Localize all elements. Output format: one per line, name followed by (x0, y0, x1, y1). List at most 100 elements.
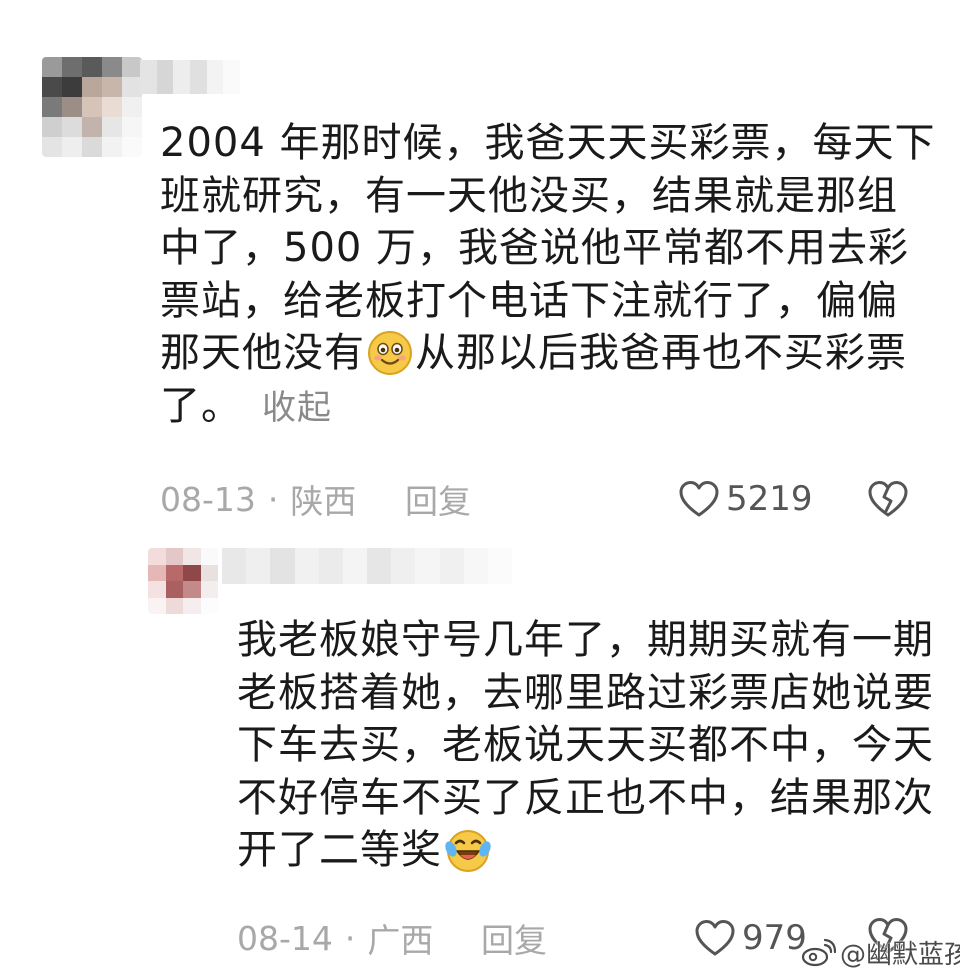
mosaic-tile (173, 60, 191, 94)
comment-line: 不好停车不买了反正也不中，结果那次 (237, 774, 934, 821)
mosaic-tile (148, 548, 166, 565)
comment-line-segment: 开了二等奖 (237, 827, 442, 873)
like-button[interactable]: 979 (694, 916, 807, 960)
mosaic-tile (82, 77, 102, 97)
mosaic-tile (318, 548, 343, 584)
mosaic-tile (122, 77, 142, 97)
mosaic-tile (165, 564, 183, 581)
dislike-button[interactable] (866, 479, 910, 523)
comment-line: 了。 收起 (160, 380, 936, 433)
mosaic-tile (122, 117, 142, 137)
mosaic-tile (102, 97, 122, 117)
mosaic-tile (102, 77, 122, 97)
collapse-link[interactable]: 收起 (262, 388, 332, 428)
mosaic-tile (200, 597, 218, 614)
mosaic-tile (42, 57, 62, 77)
mosaic-tile (183, 597, 201, 614)
mosaic-tile (183, 564, 201, 581)
mosaic-tile (294, 548, 319, 584)
reply-button[interactable]: 回复 (481, 916, 547, 960)
mosaic-tile (270, 548, 295, 584)
comment-body: 我老板娘守号几年了，期期买就有一期 老板搭着她，去哪里路过彩票店她说要 下车去买… (237, 614, 934, 877)
comment-line: 票站，给老板打个电话下注就行了，偏偏 (160, 277, 898, 324)
mosaic-tile (190, 60, 207, 94)
comment-location: 陕西 (290, 482, 357, 521)
mosaic-tile (165, 548, 183, 565)
mosaic-tile (200, 564, 218, 581)
smiling-face-icon (367, 330, 413, 390)
mosaic-tile (183, 548, 201, 565)
mosaic-tile (148, 564, 166, 581)
mosaic-tile (102, 117, 122, 137)
mosaic-tile (463, 548, 488, 584)
mosaic-tile (140, 60, 157, 94)
mosaic-tile (200, 548, 218, 565)
comment-line: 老板搭着她，去哪里路过彩票店她说要 (237, 669, 934, 716)
mosaic-tile (122, 97, 142, 117)
watermark: @幽默蓝孩 (800, 934, 960, 971)
like-button[interactable]: 5219 (678, 477, 813, 521)
comment-line: 那天他没有 从那以后我爸再也不买彩票 (160, 327, 936, 380)
mosaic-tile (62, 117, 82, 137)
comment-line-segment: 了。 (160, 382, 242, 429)
mosaic-tile (42, 97, 62, 117)
comment-thread: 2004 年那时候，我爸天天买彩票，每天下 班就研究，有一天他没买，结果就是那组… (0, 0, 960, 979)
mosaic-tile (200, 581, 218, 598)
comment-body: 2004 年那时候，我爸天天买彩票，每天下 班就研究，有一天他没买，结果就是那组… (160, 117, 936, 432)
mosaic-tile (148, 581, 166, 598)
avatar[interactable] (148, 548, 218, 614)
mosaic-tile (165, 581, 183, 598)
meta-separator: · (344, 918, 356, 958)
mosaic-tile (102, 137, 122, 157)
like-count: 5219 (726, 479, 813, 519)
mosaic-tile (122, 57, 142, 77)
comment-meta: 08-13 · 陕西 (160, 477, 357, 522)
weibo-logo-icon (801, 938, 836, 966)
mosaic-tile (82, 97, 102, 117)
like-count: 979 (742, 918, 807, 958)
mosaic-tile (222, 548, 247, 584)
avatar[interactable] (42, 57, 142, 157)
mosaic-tile (82, 117, 102, 137)
mosaic-tile (415, 548, 440, 584)
mosaic-tile (82, 137, 102, 157)
comment-line-segment: 那天他没有 (160, 330, 365, 376)
mosaic-tile (62, 137, 82, 157)
mosaic-tile (62, 77, 82, 97)
comment-line-segment: 从那以后我爸再也不买彩票 (415, 330, 907, 376)
mosaic-tile (102, 57, 122, 77)
mosaic-tile (165, 597, 183, 614)
comment-line: 下车去买，老板说天天买都不中，今天 (237, 722, 934, 768)
mosaic-tile (62, 97, 82, 117)
mosaic-tile (82, 57, 102, 77)
comment-meta: 08-14 · 广西 (237, 916, 434, 961)
mosaic-tile (342, 548, 368, 584)
mosaic-tile (148, 597, 166, 614)
mosaic-tile (183, 581, 201, 598)
comment-date: 08-13 (160, 479, 256, 519)
reply-button[interactable]: 回复 (405, 477, 471, 521)
comment-location: 广西 (367, 921, 434, 960)
mosaic-tile (367, 548, 392, 584)
heart-icon (679, 481, 719, 517)
comment-line: 班就研究，有一天他没买，结果就是那组 (160, 172, 898, 219)
mosaic-tile (42, 117, 62, 137)
mosaic-tile (391, 548, 416, 584)
broken-heart-icon (868, 481, 908, 517)
username-blurred[interactable] (140, 60, 240, 94)
comment-line: 中了，500 万，我爸说他平常都不用去彩 (160, 225, 910, 271)
mosaic-tile (156, 60, 174, 94)
watermark-text: @幽默蓝孩 (840, 940, 960, 970)
mosaic-tile (62, 57, 82, 77)
crying-laughing-face-icon (444, 827, 492, 887)
comment-line: 我老板娘守号几年了，期期买就有一期 (237, 617, 934, 663)
comment-date: 08-14 (237, 918, 333, 958)
comment-line: 开了二等奖 (237, 824, 934, 877)
heart-icon (695, 920, 735, 956)
mosaic-tile (42, 77, 62, 97)
mosaic-tile (206, 60, 224, 94)
meta-separator: · (267, 479, 279, 519)
mosaic-tile (246, 548, 271, 584)
username-blurred[interactable] (222, 548, 512, 584)
comment-line: 2004 年那时候，我爸天天买彩票，每天下 (160, 120, 936, 166)
